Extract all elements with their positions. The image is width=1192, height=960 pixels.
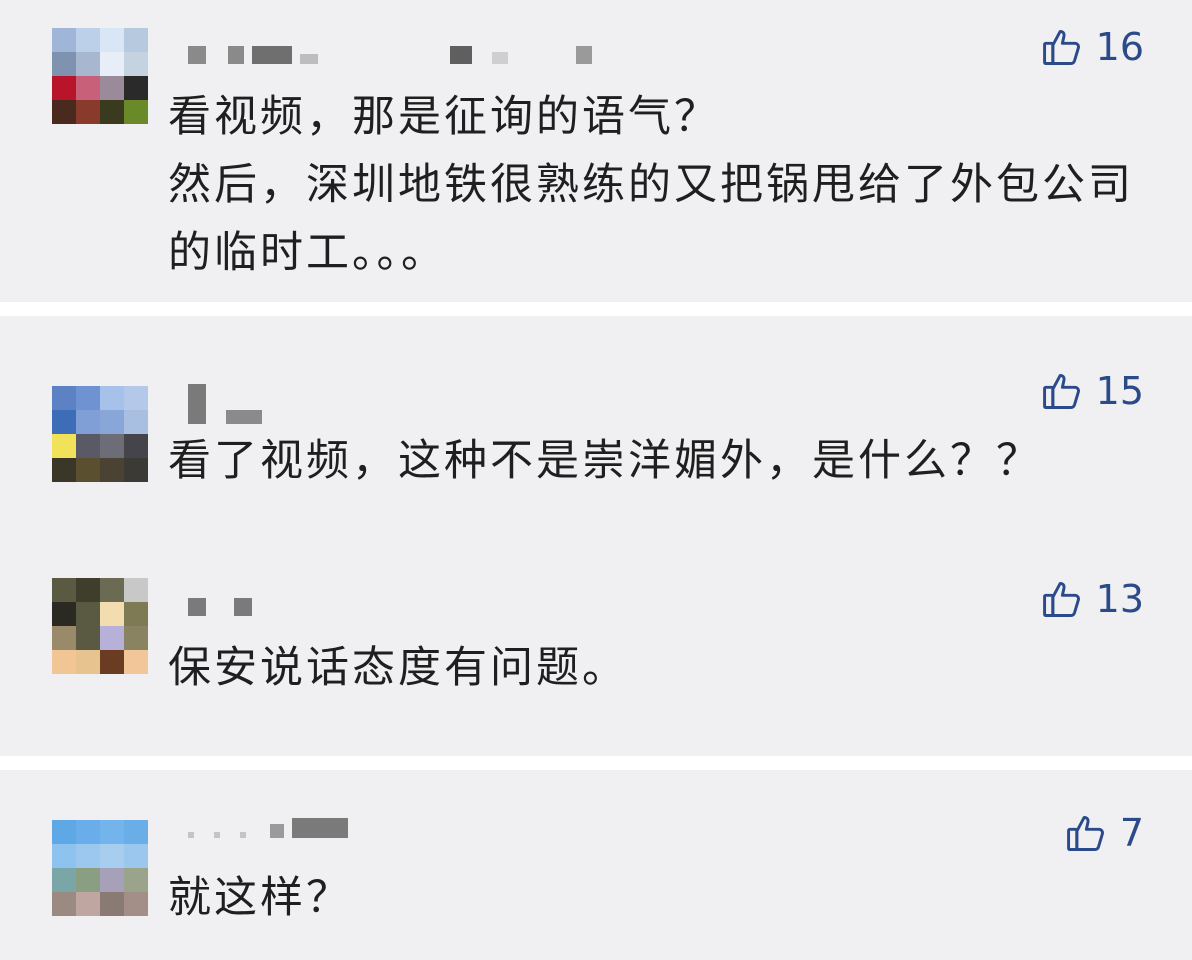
- comment-card: 16 看视频，那是征询的语气？ 然后，深圳地铁很熟练的又把锅甩给了外包公司的临时…: [0, 0, 1192, 302]
- avatar[interactable]: [52, 578, 148, 674]
- thumbs-up-icon: [1042, 581, 1080, 617]
- like-count: 15: [1095, 369, 1144, 413]
- avatar[interactable]: [52, 820, 148, 916]
- comment-text: 看了视频，这种不是崇洋媚外，是什么？？: [168, 436, 1042, 486]
- username-blurred[interactable]: [188, 46, 592, 64]
- comment-text: 看视频，那是征询的语气？ 然后，深圳地铁很熟练的又把锅甩给了外包公司的临时工。。…: [168, 92, 1134, 278]
- comment-card: 15 看了视频，这种不是崇洋媚外，是什么？？ 13 保安说话态度有问题。: [0, 316, 1192, 756]
- like-count: 13: [1095, 577, 1144, 621]
- like-count: 16: [1095, 25, 1144, 69]
- divider: [0, 756, 1192, 770]
- thumbs-up-icon: [1042, 29, 1080, 65]
- like-button[interactable]: 7: [1064, 808, 1144, 858]
- username-blurred[interactable]: [188, 598, 252, 616]
- like-button[interactable]: 13: [1040, 574, 1144, 624]
- like-count: 7: [1119, 811, 1144, 855]
- username-blurred[interactable]: [188, 818, 348, 838]
- avatar[interactable]: [52, 386, 148, 482]
- comment-text: 就这样？: [168, 873, 352, 923]
- like-button[interactable]: 16: [1040, 22, 1144, 72]
- comment-card: 7 就这样？: [0, 770, 1192, 960]
- thumbs-up-icon: [1066, 815, 1104, 851]
- comment-text: 保安说话态度有问题。: [168, 643, 628, 693]
- username-blurred[interactable]: [188, 384, 262, 424]
- thumbs-up-icon: [1042, 373, 1080, 409]
- like-button[interactable]: 15: [1040, 366, 1144, 416]
- avatar[interactable]: [52, 28, 148, 124]
- divider: [0, 302, 1192, 316]
